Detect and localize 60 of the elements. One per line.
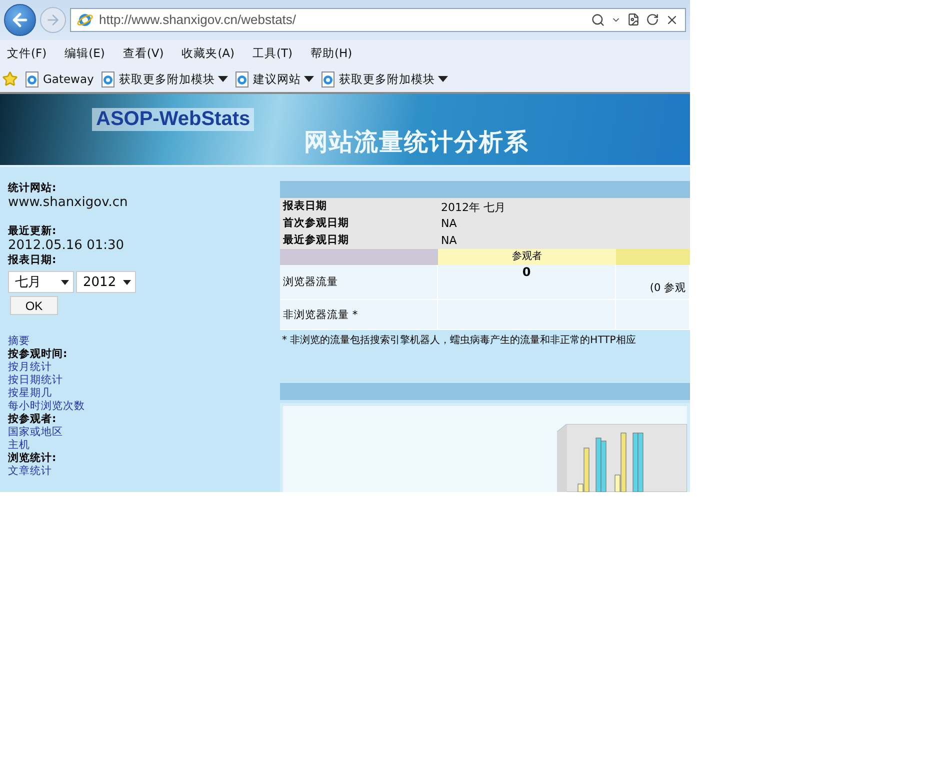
address-field[interactable]: http://www.shanxigov.cn/webstats/ [70,8,686,32]
footnote: * 非浏览的流量包括搜索引擎机器人，蠕虫病毒产生的流量和非正常的HTTP相应 [281,334,637,348]
caret-icon [61,280,69,284]
nav-link[interactable]: 国家或地区 [8,426,63,439]
info-value: 2012年 七月 [438,198,690,215]
field-label: 统计网站: [8,181,58,195]
menu-item[interactable]: 工具(T) [248,44,298,63]
year-dropdown[interactable]: 2012 [76,271,136,293]
menu-item[interactable]: 帮助(H) [306,44,358,63]
logo-text: ASOP-WebStats [92,108,254,132]
search-icon[interactable] [591,12,605,27]
favorites-bar-item[interactable]: 获取更多附加模块 [320,70,448,88]
ok-button[interactable]: OK [10,296,58,315]
row-label: 浏览器流量 [280,265,438,300]
month-dropdown[interactable]: 七月 [8,271,74,293]
back-button[interactable] [4,4,36,36]
column-header: 参观者 [438,249,616,265]
menu-item[interactable]: 查看(V) [118,44,169,63]
table-cell: 0 [438,265,616,300]
nav-link[interactable]: 每小时浏览次数 [8,400,85,413]
field-label: 报表日期: [8,253,58,267]
page-icon [24,70,40,88]
menu-item[interactable]: 收藏夹(A) [176,44,240,63]
update-time: 2012.05.16 01:30 [8,238,126,253]
menu-item[interactable]: 编辑(E) [60,44,110,63]
row-label: 非浏览器流量 * [280,300,438,330]
info-value: NA [438,215,690,232]
nav-link[interactable]: 文章统计 [8,465,52,478]
forward-arrow-icon [45,12,61,28]
favorites-bar-item[interactable]: 建议网站 [234,70,314,88]
nav-heading: 浏览统计: [8,452,56,465]
dropdown-caret-icon [218,76,228,82]
dropdown-caret-icon [438,76,448,82]
info-label: 报表日期 [280,198,438,215]
nav-link[interactable]: 主机 [8,439,30,452]
table-cell: (0 参观 [616,265,690,300]
favorites-star-icon[interactable] [2,71,18,88]
nav-link[interactable]: 按日期统计 [8,374,63,387]
compatibility-icon[interactable] [627,13,640,26]
info-label: 最近参观日期 [280,232,438,249]
nav-heading: 按参观者: [8,413,56,426]
banner-title: 网站流量统计分析系 [304,127,530,158]
favorites-bar-item[interactable]: 获取更多附加模块 [100,70,228,88]
menu-item[interactable]: 文件(F) [2,44,52,63]
caret-icon [123,280,131,284]
page-icon [100,70,116,88]
info-label: 首次参观日期 [280,215,438,232]
browser-logo-icon [77,12,93,28]
nav-heading: 按参观时间: [8,348,68,361]
page-icon [320,70,336,88]
refresh-icon[interactable] [646,13,659,26]
favorites-bar-item[interactable]: Gateway [24,70,94,88]
field-label: 最近更新: [8,224,58,238]
info-value: NA [438,232,690,249]
nav-link[interactable]: 摘要 [8,335,30,348]
site-address: www.shanxigov.cn [8,195,129,210]
nav-link[interactable]: 按月统计 [8,361,52,374]
dropdown-caret-icon [304,76,314,82]
nav-link[interactable]: 按星期几 [8,387,52,400]
page-icon [234,70,250,88]
